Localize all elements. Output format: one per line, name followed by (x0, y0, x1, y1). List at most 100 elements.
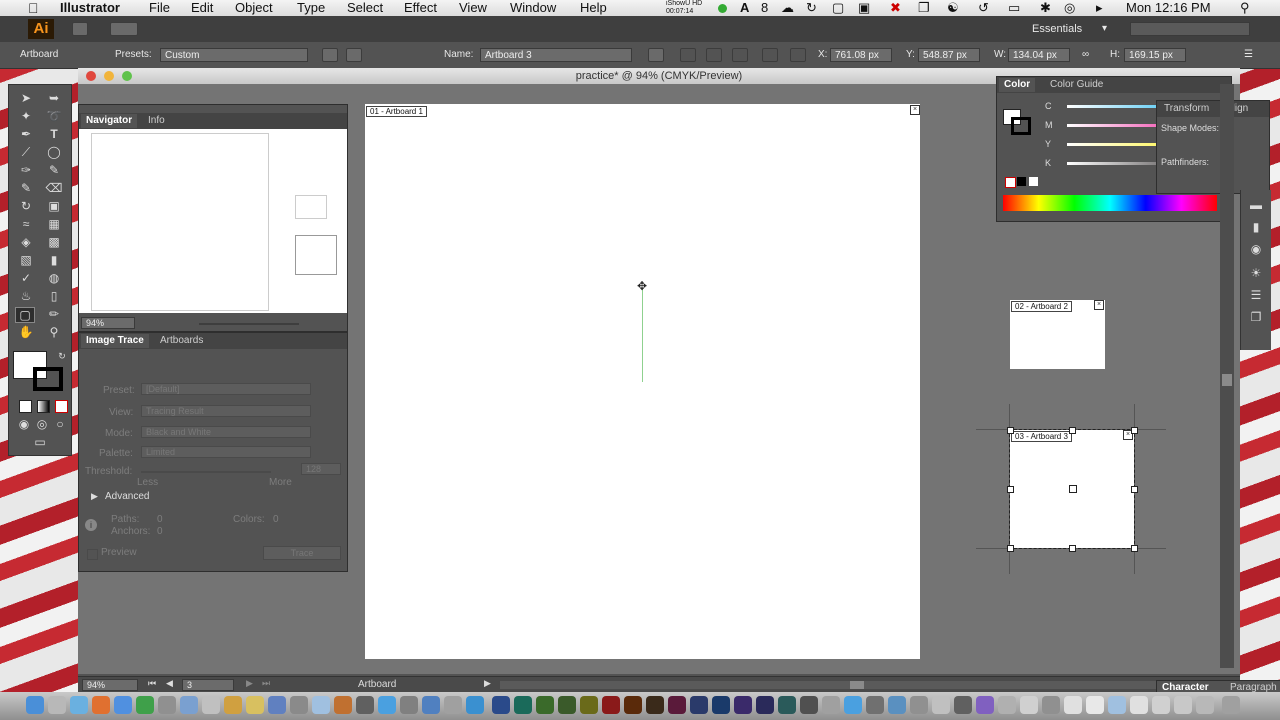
bridge-icon[interactable] (72, 22, 88, 36)
clock-text[interactable]: Mon 12:16 PM (1126, 0, 1211, 16)
none-swatch-icon[interactable] (1005, 177, 1016, 188)
menu-file[interactable]: File (149, 0, 170, 16)
navigator-zoom-input[interactable]: 94% (81, 317, 135, 329)
speedgrade-icon[interactable] (778, 696, 796, 714)
after-effects-icon[interactable] (492, 696, 510, 714)
white-swatch[interactable] (1029, 177, 1038, 186)
trash-icon[interactable] (1222, 696, 1240, 714)
artboard-2-close-icon[interactable]: × (1094, 300, 1104, 310)
tab-transform[interactable]: Transform (1159, 102, 1214, 116)
tab-artboards[interactable]: Artboards (155, 334, 208, 348)
system-prefs-icon[interactable] (158, 696, 176, 714)
utility-icon[interactable] (290, 696, 308, 714)
appstore-icon[interactable] (114, 696, 132, 714)
swap-fill-stroke-icon[interactable]: ↻ (53, 349, 71, 363)
move-with-artwork-icon[interactable] (648, 48, 664, 62)
record-status-icon[interactable] (718, 4, 727, 13)
menu-window[interactable]: Window (510, 0, 556, 16)
document4-icon[interactable] (1152, 696, 1170, 714)
resize-handle-left[interactable] (1007, 486, 1014, 493)
utility9-icon[interactable] (932, 696, 950, 714)
gradient-mode-icon[interactable] (37, 400, 50, 413)
premiere-icon[interactable] (734, 696, 752, 714)
previous-artboard-icon[interactable]: ◀ (166, 678, 173, 689)
encore-icon[interactable] (558, 696, 576, 714)
artboard-tool-icon[interactable]: ▢ (15, 307, 35, 323)
tab-color[interactable]: Color (999, 78, 1036, 92)
eraser-tool-icon[interactable]: ⌫ (45, 181, 63, 195)
symbol-sprayer-tool-icon[interactable]: ♨ (17, 289, 35, 303)
photos-icon[interactable] (202, 696, 220, 714)
shape-builder-tool-icon[interactable]: ◈ (17, 235, 35, 249)
unite-icon[interactable] (1167, 137, 1183, 151)
calendar-icon[interactable]: ▣ (858, 0, 870, 16)
utility5-icon[interactable] (822, 696, 840, 714)
direct-selection-tool-icon[interactable]: ➥ (45, 91, 63, 105)
vertical-scrollbar[interactable] (1220, 84, 1234, 668)
menu-object[interactable]: Object (235, 0, 273, 16)
delete-artboard-icon[interactable] (412, 48, 428, 62)
layers-panel-icon[interactable]: ☰ (1247, 288, 1265, 302)
tab-info[interactable]: Info (143, 114, 170, 128)
transparency-panel-icon[interactable]: ◉ (1247, 242, 1265, 256)
height-input[interactable]: 169.15 px (1124, 48, 1186, 62)
utility14-icon[interactable] (1042, 696, 1060, 714)
flash-icon[interactable] (602, 696, 620, 714)
hand-tool-icon[interactable]: ✋ (17, 325, 35, 339)
document6-icon[interactable] (1196, 696, 1214, 714)
show-video-safe-areas-icon[interactable] (732, 48, 748, 62)
utility10-icon[interactable] (954, 696, 972, 714)
menu-view[interactable]: View (459, 0, 487, 16)
display-icon[interactable]: ▭ (1008, 0, 1020, 16)
pencil-tool-icon[interactable]: ✎ (45, 163, 63, 177)
document2-icon[interactable] (1086, 696, 1104, 714)
launchpad-icon[interactable] (48, 696, 66, 714)
vertical-scroll-thumb[interactable] (1222, 374, 1232, 386)
time-machine-icon[interactable]: ↺ (978, 0, 989, 16)
resize-handle-tr[interactable] (1131, 427, 1138, 434)
merge-icon[interactable] (1247, 171, 1263, 185)
terminal-icon[interactable] (356, 696, 374, 714)
horizontal-scroll-thumb[interactable] (850, 681, 864, 689)
spotlight-search-icon[interactable]: ⚲ (1240, 0, 1250, 16)
chevron-down-icon[interactable]: ▾ (1102, 22, 1107, 36)
artboard-name-input[interactable]: Artboard 3 (480, 48, 632, 62)
eyedropper-tool-icon[interactable]: ✓ (17, 271, 35, 285)
stroke-panel-icon[interactable]: ▬ (1247, 198, 1265, 212)
next-artboard-icon[interactable]: ▶ (246, 678, 253, 689)
firefox-icon[interactable] (92, 696, 110, 714)
draw-normal-icon[interactable]: ◉ (15, 417, 33, 431)
resize-handle-bottom[interactable] (1069, 545, 1076, 552)
mode-dropdown[interactable]: Black and White (141, 426, 311, 438)
color-spectrum-ramp[interactable] (1003, 195, 1217, 211)
scale-tool-icon[interactable]: ▣ (45, 199, 63, 213)
utility3-icon[interactable] (444, 696, 462, 714)
view-dropdown[interactable]: Tracing Result (141, 405, 311, 417)
skype-icon[interactable]: ▢ (832, 0, 844, 16)
show-center-mark-icon[interactable] (680, 48, 696, 62)
bridge-dock-icon[interactable] (646, 696, 664, 714)
safari-icon[interactable] (70, 696, 88, 714)
stroke-swatch[interactable] (33, 367, 63, 391)
y-input[interactable]: 548.87 px (918, 48, 980, 62)
stickies-icon[interactable] (246, 696, 264, 714)
minus-front-icon[interactable] (1203, 137, 1219, 151)
utility2-icon[interactable] (400, 696, 418, 714)
appearance-panel-icon[interactable]: ☀ (1247, 266, 1265, 280)
itunes-icon[interactable] (422, 696, 440, 714)
gradient-tool-icon[interactable]: ▮ (45, 253, 63, 267)
menu-type[interactable]: Type (297, 0, 325, 16)
tab-image-trace[interactable]: Image Trace (81, 334, 149, 348)
artboard-1-close-icon[interactable]: × (910, 105, 920, 115)
photoshop-icon[interactable] (712, 696, 730, 714)
blob-brush-tool-icon[interactable]: ✎ (17, 181, 35, 195)
menu-help[interactable]: Help (580, 0, 607, 16)
trace-button[interactable]: Trace (263, 546, 341, 560)
rotate-tool-icon[interactable]: ↻ (17, 199, 35, 213)
link-proportions-icon[interactable]: ∞ (1082, 48, 1089, 62)
utility12-icon[interactable] (998, 696, 1016, 714)
type-tool-icon[interactable]: T (45, 127, 63, 141)
utility6-icon[interactable] (866, 696, 884, 714)
workspace-switcher[interactable]: Essentials (1032, 22, 1082, 36)
draw-inside-icon[interactable]: ○ (51, 417, 69, 431)
